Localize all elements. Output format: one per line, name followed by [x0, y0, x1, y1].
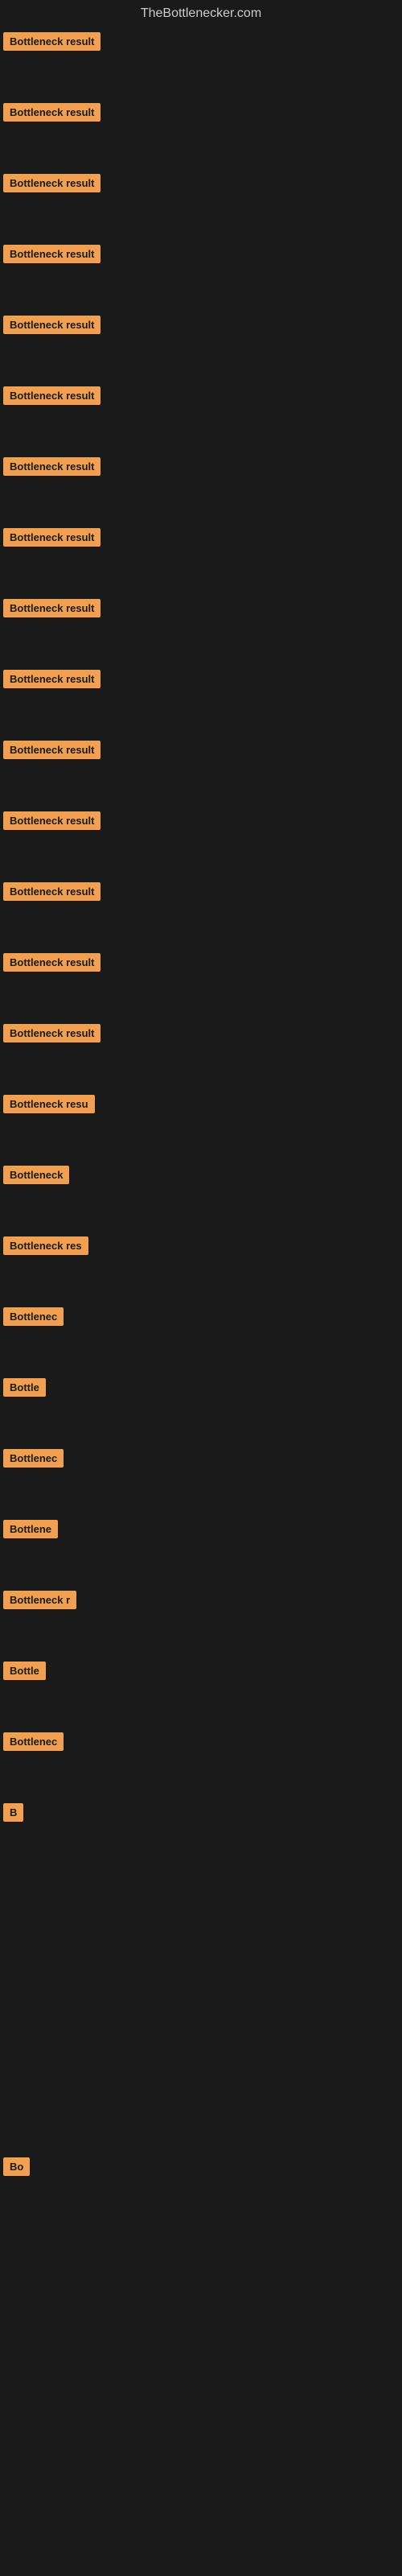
- bottleneck-badge: Bottle: [3, 1662, 46, 1680]
- list-item: Bottle: [0, 1370, 402, 1441]
- list-item: Bottleneck result: [0, 449, 402, 520]
- site-title: TheBottlenecker.com: [0, 0, 402, 24]
- list-item: [0, 2291, 402, 2362]
- bottleneck-badge: Bottleneck result: [3, 457, 100, 476]
- bottleneck-badge: Bottleneck result: [3, 741, 100, 759]
- list-item: [0, 2220, 402, 2291]
- list-item: Bottlenec: [0, 1724, 402, 1795]
- list-item: Bottleneck resu: [0, 1087, 402, 1158]
- bottleneck-badge: B: [3, 1803, 23, 1822]
- list-item: Bottleneck result: [0, 95, 402, 166]
- list-item: Bottleneck result: [0, 803, 402, 874]
- list-item: Bottleneck result: [0, 874, 402, 945]
- bottleneck-badge: Bottleneck result: [3, 528, 100, 547]
- list-item: Bottleneck result: [0, 1016, 402, 1087]
- list-item: Bottleneck result: [0, 308, 402, 378]
- bottleneck-list: Bottleneck result Bottleneck result Bottle…: [0, 24, 402, 2574]
- list-item: [0, 2008, 402, 2079]
- bottleneck-badge: Bottleneck result: [3, 953, 100, 972]
- list-item: [0, 1937, 402, 2008]
- list-item: Bottlenec: [0, 1441, 402, 1512]
- bottleneck-badge: Bo: [3, 2157, 30, 2176]
- list-item: Bottleneck res: [0, 1228, 402, 1299]
- list-item: Bottleneck result: [0, 24, 402, 95]
- list-item: Bottleneck result: [0, 166, 402, 237]
- bottleneck-badge: Bottlene: [3, 1520, 58, 1538]
- list-item: Bottleneck r: [0, 1583, 402, 1653]
- list-item: Bottleneck result: [0, 591, 402, 662]
- bottleneck-badge: Bottleneck result: [3, 1024, 100, 1042]
- list-item: [0, 2079, 402, 2149]
- site-header: TheBottlenecker.com: [0, 0, 402, 24]
- bottleneck-badge: Bottleneck result: [3, 882, 100, 901]
- bottleneck-badge: Bottlenec: [3, 1449, 64, 1468]
- bottleneck-badge: Bottleneck result: [3, 103, 100, 122]
- list-item: [0, 1866, 402, 1937]
- list-item: Bottleneck: [0, 1158, 402, 1228]
- bottleneck-badge: Bottlenec: [3, 1732, 64, 1751]
- bottleneck-badge: Bottle: [3, 1378, 46, 1397]
- list-item: Bo: [0, 2149, 402, 2220]
- bottleneck-badge: Bottleneck resu: [3, 1095, 95, 1113]
- list-item: Bottleneck result: [0, 662, 402, 733]
- bottleneck-badge: Bottleneck: [3, 1166, 69, 1184]
- list-item: [0, 2504, 402, 2574]
- bottleneck-badge: Bottleneck r: [3, 1591, 76, 1609]
- list-item: Bottlene: [0, 1512, 402, 1583]
- bottleneck-badge: Bottleneck result: [3, 599, 100, 617]
- bottleneck-badge: Bottleneck result: [3, 174, 100, 192]
- bottleneck-badge: Bottleneck result: [3, 316, 100, 334]
- list-item: Bottleneck result: [0, 378, 402, 449]
- bottleneck-badge: Bottlenec: [3, 1307, 64, 1326]
- list-item: Bottleneck result: [0, 520, 402, 591]
- bottleneck-badge: Bottleneck res: [3, 1236, 88, 1255]
- list-item: [0, 2433, 402, 2504]
- list-item: B: [0, 1795, 402, 1866]
- bottleneck-badge: Bottleneck result: [3, 245, 100, 263]
- bottleneck-badge: Bottleneck result: [3, 670, 100, 688]
- bottleneck-badge: Bottleneck result: [3, 32, 100, 51]
- list-item: Bottleneck result: [0, 237, 402, 308]
- list-item: Bottlenec: [0, 1299, 402, 1370]
- list-item: Bottleneck result: [0, 945, 402, 1016]
- list-item: Bottle: [0, 1653, 402, 1724]
- bottleneck-badge: Bottleneck result: [3, 811, 100, 830]
- bottleneck-badge: Bottleneck result: [3, 386, 100, 405]
- list-item: [0, 2362, 402, 2433]
- list-item: Bottleneck result: [0, 733, 402, 803]
